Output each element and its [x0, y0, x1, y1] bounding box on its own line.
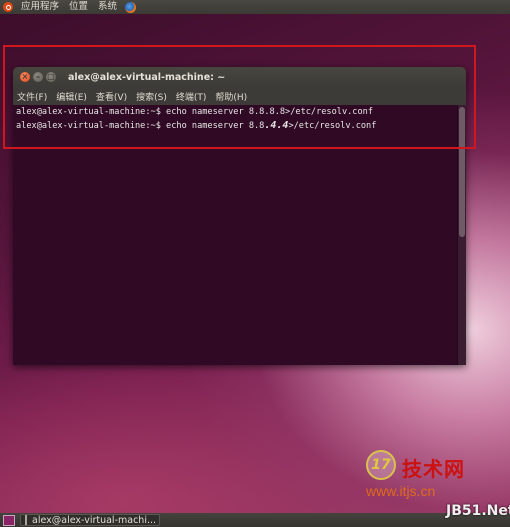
taskbar-item-label: alex@alex-virtual-machi...	[32, 514, 157, 526]
menu-applications[interactable]: 应用程序	[17, 0, 65, 14]
watermark-logo: 17	[366, 450, 396, 480]
menu-system[interactable]: 系统	[94, 0, 123, 14]
terminal-line-2-emphasis: .4.4	[264, 120, 289, 131]
terminal-text: alex@alex-virtual-machine:~$ echo namese…	[16, 106, 454, 133]
terminal-output[interactable]: alex@alex-virtual-machine:~$ echo namese…	[13, 105, 466, 365]
maximize-icon[interactable]: □	[46, 72, 56, 82]
terminal-menubar: 文件(F) 编辑(E) 查看(V) 搜索(S) 终端(T) 帮助(H)	[13, 87, 466, 105]
menu-terminal[interactable]: 终端(T)	[176, 90, 207, 103]
firefox-icon[interactable]	[125, 1, 137, 13]
terminal-scrollbar[interactable]	[457, 105, 466, 365]
ubuntu-logo-icon[interactable]	[3, 2, 13, 12]
watermark: 17 技术网 www.itjs.cn	[362, 447, 510, 503]
terminal-line-2: alex@alex-virtual-machine:~$ echo namese…	[16, 120, 377, 131]
scrollbar-thumb[interactable]	[459, 107, 465, 237]
terminal-line-1: alex@alex-virtual-machine:~$ echo namese…	[16, 107, 373, 117]
window-title: alex@alex-virtual-machine: ~	[68, 71, 226, 83]
terminal-window: × – □ alex@alex-virtual-machine: ~ 文件(F)…	[13, 67, 466, 365]
terminal-line-2-prefix: alex@alex-virtual-machine:~$ echo namese…	[16, 121, 265, 131]
watermark-url: www.itjs.cn	[366, 483, 436, 499]
watermark-title: 技术网	[402, 457, 465, 481]
close-icon[interactable]: ×	[20, 72, 30, 82]
minimize-icon[interactable]: –	[33, 72, 43, 82]
bottom-panel: alex@alex-virtual-machi...	[0, 513, 510, 527]
menu-help[interactable]: 帮助(H)	[215, 90, 247, 103]
watermark-site: JB51.Net	[446, 503, 510, 519]
taskbar-item-terminal[interactable]: alex@alex-virtual-machi...	[20, 514, 160, 526]
menu-search[interactable]: 搜索(S)	[136, 90, 167, 103]
desktop: 应用程序 位置 系统 × – □ alex@alex-virtual-machi…	[0, 0, 510, 527]
menu-view[interactable]: 查看(V)	[96, 90, 127, 103]
terminal-line-2-suffix: >/etc/resolv.conf	[288, 121, 377, 131]
menu-places[interactable]: 位置	[65, 0, 94, 14]
menu-file[interactable]: 文件(F)	[17, 90, 47, 103]
top-panel: 应用程序 位置 系统	[0, 0, 510, 14]
show-desktop-icon[interactable]	[3, 514, 15, 526]
terminal-titlebar[interactable]: × – □ alex@alex-virtual-machine: ~	[13, 67, 466, 87]
menu-edit[interactable]: 编辑(E)	[56, 90, 87, 103]
terminal-icon	[25, 515, 27, 525]
